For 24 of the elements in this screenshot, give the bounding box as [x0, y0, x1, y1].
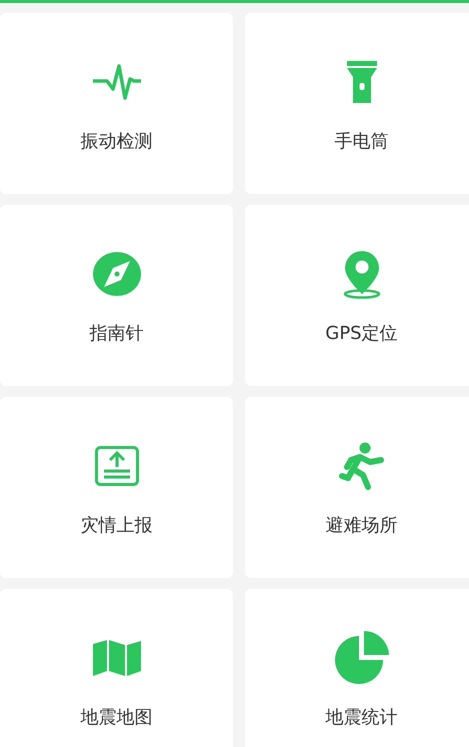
pulse-icon — [90, 62, 142, 102]
feature-tile[interactable]: GPS定位 — [245, 205, 469, 386]
tile-label: 振动检测 — [80, 130, 152, 152]
flashlight-icon — [346, 60, 378, 104]
feature-tile[interactable]: 避难场所 — [245, 397, 469, 578]
feature-tile[interactable]: 指南针 — [0, 205, 233, 386]
location-pin-icon — [342, 248, 382, 298]
map-icon — [92, 640, 142, 676]
pie-chart-icon — [334, 630, 390, 684]
feature-tile[interactable]: 灾情上报 — [0, 397, 233, 578]
tile-label: GPS定位 — [325, 322, 398, 344]
feature-tile[interactable]: 手电筒 — [245, 13, 469, 194]
tile-label: 地震地图 — [80, 706, 152, 728]
feature-tile[interactable]: 地震统计 — [245, 589, 469, 747]
tile-label: 地震统计 — [326, 706, 398, 728]
running-person-icon — [338, 442, 384, 490]
tile-label: 避难场所 — [326, 514, 398, 536]
feature-tile[interactable]: 地震地图 — [0, 589, 233, 747]
upload-icon — [94, 446, 138, 486]
tile-label: 指南针 — [90, 322, 144, 344]
compass-icon — [92, 252, 140, 296]
tile-label: 手电筒 — [334, 130, 388, 152]
feature-tile[interactable]: 振动检测 — [0, 13, 233, 194]
tile-label: 灾情上报 — [80, 514, 152, 536]
